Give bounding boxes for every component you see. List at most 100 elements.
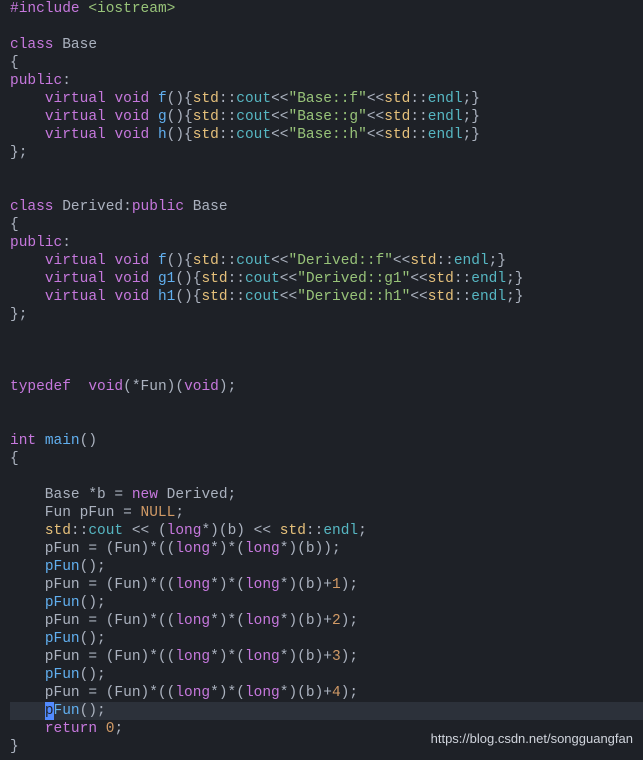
code-token: virtual [45, 271, 106, 287]
code-line [10, 324, 643, 342]
code-token: (); [80, 595, 106, 611]
code-token: cout [88, 523, 123, 539]
code-token: virtual [45, 253, 106, 269]
code-line: virtual void f(){std::cout<<"Derived::f"… [10, 252, 643, 270]
code-token: << [410, 289, 427, 305]
code-token: long [245, 577, 280, 593]
code-token: class [10, 199, 54, 215]
code-line [10, 396, 643, 414]
code-token: typedef [10, 379, 71, 395]
code-token: "Derived::f" [289, 253, 393, 269]
code-token: }; [10, 307, 27, 323]
code-token: << ( [123, 523, 167, 539]
code-token: f [158, 253, 167, 269]
code-token: Derived: [54, 199, 132, 215]
code-token: ;} [489, 253, 506, 269]
code-token: std [193, 127, 219, 143]
code-token: << [280, 289, 297, 305]
code-line: { [10, 216, 643, 234]
code-line: public: [10, 234, 643, 252]
code-line: virtual void h(){std::cout<<"Base::h"<<s… [10, 126, 643, 144]
watermark-text: https://blog.csdn.net/songguangfan [431, 730, 633, 748]
code-token: *)*( [210, 541, 245, 557]
code-token: endl [323, 523, 358, 539]
code-token: h1 [158, 289, 175, 305]
code-token: int [10, 433, 36, 449]
code-token: :: [219, 109, 236, 125]
code-token: pFun = (Fun)*(( [10, 541, 175, 557]
code-token: << [271, 91, 288, 107]
code-token: (); [80, 667, 106, 683]
code-token [149, 253, 158, 269]
code-line: public: [10, 72, 643, 90]
code-token: class [10, 37, 54, 53]
code-token: pFun [45, 595, 80, 611]
code-token [10, 253, 45, 269]
code-token: std [384, 109, 410, 125]
code-token: endl [428, 109, 463, 125]
code-token: Base [184, 199, 228, 215]
code-token: << [367, 91, 384, 107]
code-token: pFun [45, 667, 80, 683]
code-line: pFun = (Fun)*((long*)*(long*)(b)+3); [10, 648, 643, 666]
code-token: std [193, 109, 219, 125]
code-token: :: [454, 289, 471, 305]
code-line: pFun(); [10, 702, 643, 720]
code-token: *)(b)+ [280, 685, 332, 701]
code-token: :: [410, 109, 427, 125]
code-token [10, 127, 45, 143]
code-token: std [280, 523, 306, 539]
code-token: ;} [506, 271, 523, 287]
code-token: :: [219, 91, 236, 107]
code-token: long [175, 541, 210, 557]
code-token: long [245, 649, 280, 665]
code-token: endl [471, 289, 506, 305]
code-token: endl [428, 91, 463, 107]
code-line [10, 360, 643, 378]
code-token: std [193, 253, 219, 269]
code-token: g1 [158, 271, 175, 287]
code-token: endl [428, 127, 463, 143]
code-token: () [80, 433, 97, 449]
code-token: "Base::h" [289, 127, 367, 143]
code-token: Base [54, 37, 98, 53]
code-token: "Base::g" [289, 109, 367, 125]
code-token: ); [341, 613, 358, 629]
code-token: :: [71, 523, 88, 539]
code-token: void [88, 379, 123, 395]
code-token: :: [219, 253, 236, 269]
code-token: void [114, 91, 149, 107]
code-token: *)*( [210, 613, 245, 629]
code-token: endl [454, 253, 489, 269]
code-token: { [10, 217, 19, 233]
code-token: (); [80, 703, 106, 719]
code-token [10, 721, 45, 737]
code-token: (){ [175, 271, 201, 287]
code-token: pFun = (Fun)*(( [10, 685, 175, 701]
code-token: std [428, 271, 454, 287]
code-token: :: [410, 91, 427, 107]
code-token: endl [471, 271, 506, 287]
code-token [10, 109, 45, 125]
code-token: std [384, 91, 410, 107]
code-token: ); [341, 685, 358, 701]
code-token: long [245, 613, 280, 629]
code-line: virtual void g(){std::cout<<"Base::g"<<s… [10, 108, 643, 126]
code-token: virtual [45, 109, 106, 125]
code-line: class Derived:public Base [10, 198, 643, 216]
code-token: pFun = (Fun)*(( [10, 613, 175, 629]
code-token: ); [219, 379, 236, 395]
code-line [10, 342, 643, 360]
code-line: virtual void f(){std::cout<<"Base::f"<<s… [10, 90, 643, 108]
code-token: << [280, 271, 297, 287]
code-token: ;} [463, 109, 480, 125]
code-token: (){ [167, 91, 193, 107]
code-line: #include <iostream> [10, 0, 643, 18]
code-token: { [10, 55, 19, 71]
code-token: ;} [463, 91, 480, 107]
code-token: (); [80, 559, 106, 575]
code-token: *)(b)+ [280, 577, 332, 593]
code-line: pFun(); [10, 594, 643, 612]
code-token: void [114, 253, 149, 269]
code-token: long [175, 649, 210, 665]
